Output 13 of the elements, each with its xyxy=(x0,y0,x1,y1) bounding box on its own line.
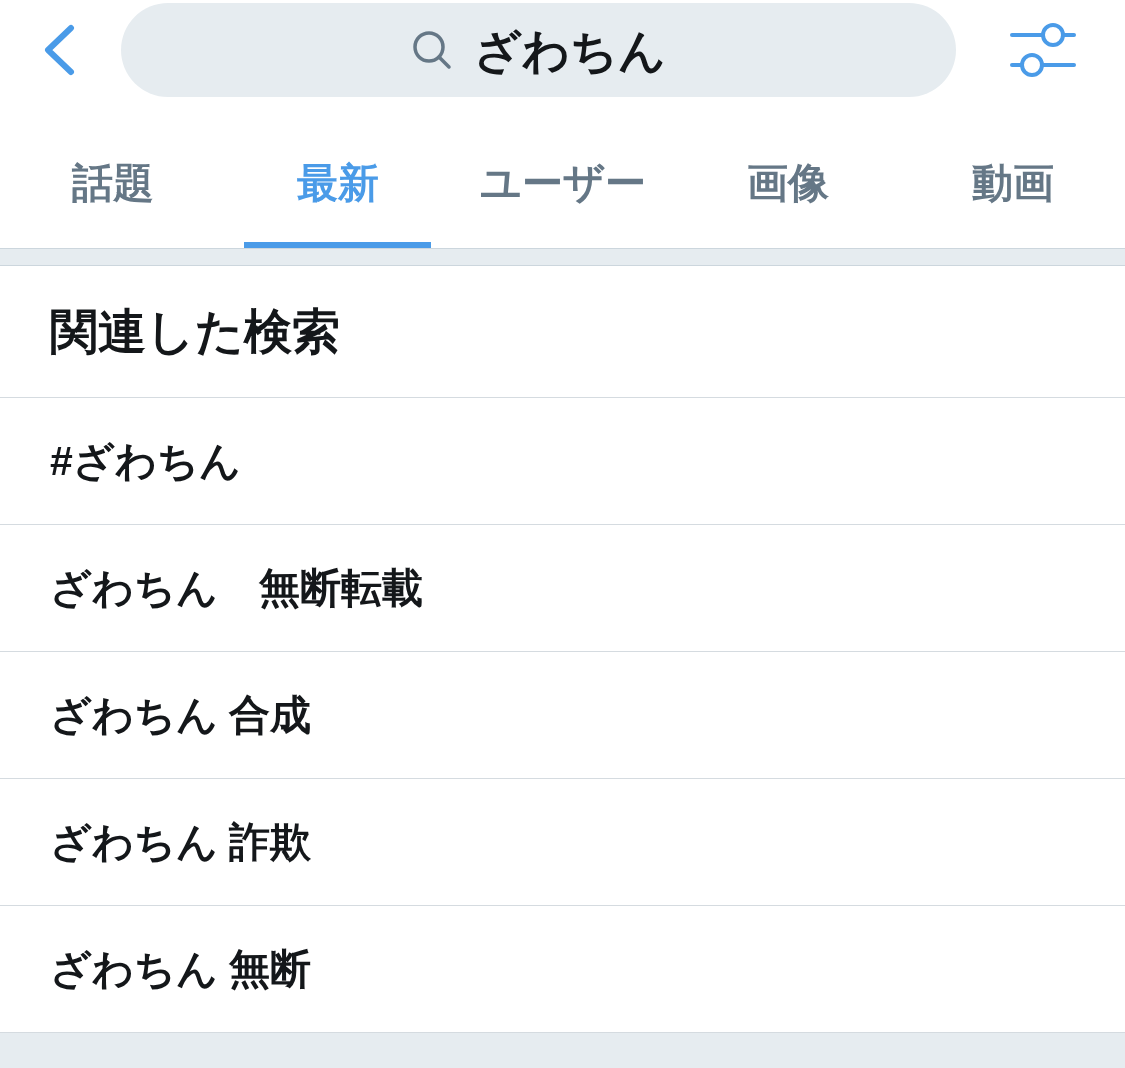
related-search-item[interactable]: ざわちん 詐欺 xyxy=(0,779,1125,906)
tab[interactable]: ユーザー xyxy=(469,100,656,248)
tab[interactable]: 動画 xyxy=(919,100,1106,248)
tab[interactable]: 画像 xyxy=(694,100,881,248)
tab[interactable]: 話題 xyxy=(19,100,206,248)
related-search-item[interactable]: #ざわちん xyxy=(0,398,1125,525)
back-chevron-icon xyxy=(42,24,76,76)
related-search-item[interactable]: ざわちん 合成 xyxy=(0,652,1125,779)
related-search-item[interactable]: ざわちん 無断転載 xyxy=(0,525,1125,652)
search-field[interactable]: ざわちん xyxy=(121,3,956,97)
section-heading: 関連した検索 xyxy=(50,307,340,356)
sliders-icon xyxy=(1009,22,1076,78)
search-icon xyxy=(411,30,452,70)
